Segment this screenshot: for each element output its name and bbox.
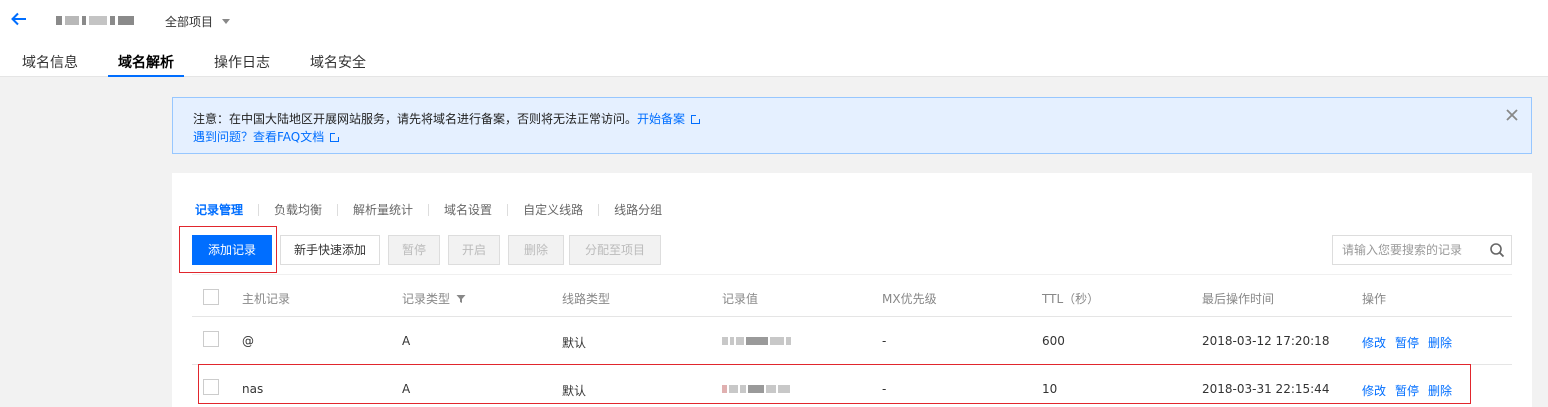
pause-button[interactable]: 暂停 bbox=[388, 235, 440, 265]
col-line: 线路类型 bbox=[562, 292, 611, 306]
cell-value-redacted bbox=[722, 336, 791, 346]
divider bbox=[598, 203, 600, 216]
edit-link[interactable]: 修改 bbox=[1362, 336, 1386, 350]
tab-domain-security[interactable]: 域名安全 bbox=[310, 52, 366, 77]
search-input[interactable] bbox=[1333, 236, 1473, 264]
delete-button[interactable]: 删除 bbox=[508, 235, 564, 265]
col-value: 记录值 bbox=[722, 292, 759, 306]
cell-mx: - bbox=[882, 334, 887, 348]
divider bbox=[507, 203, 509, 216]
subtab-record-management[interactable]: 记录管理 bbox=[195, 201, 243, 218]
external-link-icon bbox=[330, 132, 341, 142]
highlight-box-add-button bbox=[179, 226, 277, 273]
cell-actions: 修改 暂停 删除 bbox=[1362, 334, 1461, 351]
divider bbox=[258, 203, 260, 216]
col-mx: MX优先级 bbox=[882, 292, 937, 306]
project-selector[interactable]: 全部项目 bbox=[165, 13, 231, 30]
top-bar: 全部项目 域名信息 域名解析 操作日志 域名安全 bbox=[0, 0, 1548, 77]
row-checkbox[interactable] bbox=[203, 331, 219, 347]
highlight-box-nas-row bbox=[198, 364, 1471, 404]
tab-domain-info[interactable]: 域名信息 bbox=[22, 52, 78, 77]
col-type: 记录类型 bbox=[402, 290, 466, 307]
search-icon[interactable] bbox=[1489, 242, 1505, 258]
select-all-checkbox[interactable] bbox=[203, 289, 219, 305]
cell-host: @ bbox=[242, 334, 254, 348]
notice-line-2: 遇到问题？查看FAQ文档 bbox=[193, 128, 341, 145]
divider bbox=[428, 203, 430, 216]
notice-text: 注意：在中国大陆地区开展网站服务，请先将域名进行备案，否则将无法正常访问。 bbox=[193, 112, 638, 126]
project-selector-label: 全部项目 bbox=[165, 15, 214, 29]
delete-link[interactable]: 删除 bbox=[1428, 336, 1452, 350]
subtab-load-balancing[interactable]: 负载均衡 bbox=[274, 201, 322, 218]
subtab-custom-lines[interactable]: 自定义线路 bbox=[523, 201, 583, 218]
close-icon[interactable] bbox=[1505, 108, 1519, 122]
table-header: 主机记录 记录类型 线路类型 记录值 MX优先级 TTL（秒） 最后操作时间 操… bbox=[192, 274, 1512, 317]
external-link-icon bbox=[691, 114, 702, 124]
subtab-line-groups[interactable]: 线路分组 bbox=[614, 201, 662, 218]
pause-link[interactable]: 暂停 bbox=[1395, 336, 1419, 350]
tab-operation-log[interactable]: 操作日志 bbox=[214, 52, 270, 77]
cell-ttl: 600 bbox=[1042, 334, 1065, 348]
back-arrow-icon[interactable] bbox=[10, 10, 28, 28]
chevron-down-icon bbox=[222, 19, 231, 24]
sub-tabs: 记录管理 负载均衡 解析量统计 域名设置 自定义线路 线路分组 bbox=[195, 201, 662, 218]
col-type-label: 记录类型 bbox=[402, 292, 451, 306]
tab-domain-resolution[interactable]: 域名解析 bbox=[108, 52, 184, 77]
col-host: 主机记录 bbox=[242, 292, 291, 306]
cell-last-modified: 2018-03-12 17:20:18 bbox=[1202, 334, 1330, 348]
col-ttl: TTL（秒） bbox=[1042, 292, 1100, 306]
faq-link[interactable]: 遇到问题？查看FAQ文档 bbox=[193, 130, 324, 144]
start-filing-link[interactable]: 开始备案 bbox=[637, 112, 685, 126]
assign-project-button[interactable]: 分配至项目 bbox=[569, 235, 661, 265]
table-row: @ A 默认 - 600 2018-03-12 17:20:18 修改 暂停 删除 bbox=[192, 317, 1512, 365]
subtab-resolution-stats[interactable]: 解析量统计 bbox=[353, 201, 413, 218]
col-last-modified: 最后操作时间 bbox=[1202, 292, 1275, 306]
icp-notice-banner: 注意：在中国大陆地区开展网站服务，请先将域名进行备案，否则将无法正常访问。开始备… bbox=[172, 97, 1532, 154]
quick-add-button[interactable]: 新手快速添加 bbox=[280, 235, 380, 265]
enable-button[interactable]: 开启 bbox=[448, 235, 500, 265]
filter-icon[interactable] bbox=[456, 294, 466, 304]
cell-type: A bbox=[402, 334, 411, 348]
col-actions: 操作 bbox=[1362, 292, 1387, 306]
cell-line: 默认 bbox=[562, 336, 587, 350]
domain-name-redacted bbox=[56, 14, 134, 26]
divider bbox=[337, 203, 339, 216]
notice-line-1: 注意：在中国大陆地区开展网站服务，请先将域名进行备案，否则将无法正常访问。开始备… bbox=[193, 110, 702, 127]
record-search bbox=[1332, 235, 1512, 265]
subtab-domain-settings[interactable]: 域名设置 bbox=[444, 201, 492, 218]
